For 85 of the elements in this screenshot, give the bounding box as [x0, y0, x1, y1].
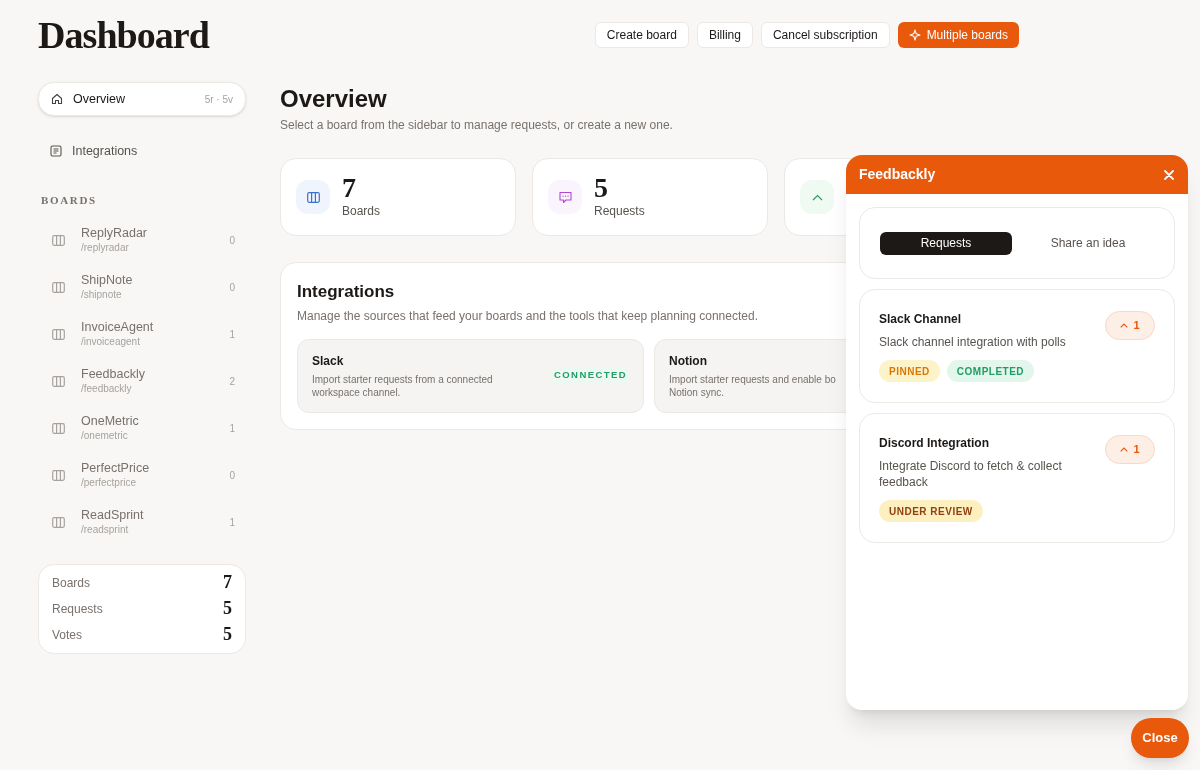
stat-value: 5	[594, 174, 609, 202]
board-item[interactable]: ShipNote /shipnote 0	[38, 263, 246, 311]
upvote-button[interactable]: 1	[1105, 435, 1155, 464]
board-name: ReplyRadar	[81, 225, 147, 242]
board-icon	[306, 191, 320, 203]
board-name: ReadSprint	[81, 507, 144, 524]
stat-label: Boards	[342, 203, 381, 220]
stat-value: 5	[223, 597, 232, 620]
stat-value: 5	[223, 623, 232, 646]
board-name: Feedbackly	[81, 366, 145, 383]
request-description: Slack channel integration with polls	[879, 334, 1067, 350]
board-count: 1	[229, 327, 235, 342]
header-button[interactable]: Cancel subscription	[760, 22, 890, 48]
stat-label: Requests	[52, 600, 103, 618]
board-count: 2	[229, 374, 235, 389]
integration-description: Import starter requests from a connected workspace channel.	[312, 373, 493, 399]
board-icon	[52, 281, 65, 293]
status-label: CONNECTED	[552, 368, 629, 383]
stat-label: Boards	[52, 574, 91, 592]
board-icon	[52, 375, 65, 387]
board-item[interactable]: ReplyRadar /replyradar 0	[38, 216, 246, 264]
board-icon	[52, 234, 65, 246]
board-item[interactable]: PerfectPrice /perfectprice 0	[38, 451, 246, 499]
board-slug: /onemetric	[81, 429, 129, 443]
close-icon[interactable]	[1164, 169, 1174, 180]
board-icon	[52, 328, 65, 340]
header-button[interactable]: Billing	[696, 22, 753, 48]
chevron-up-icon	[1120, 447, 1129, 452]
board-count: 0	[229, 233, 235, 248]
board-name: OneMetric	[81, 413, 139, 430]
multiple-boards-button[interactable]: Multiple boards	[897, 22, 1019, 48]
integration-name: Slack	[312, 353, 345, 370]
board-name: ShipNote	[81, 272, 133, 289]
stat-label: Requests	[594, 203, 645, 220]
chevron-up-icon	[811, 193, 823, 201]
board-count: 0	[229, 280, 235, 295]
close-button[interactable]: Close	[1131, 718, 1189, 758]
chat-icon	[558, 190, 572, 204]
status-tag: UNDER REVIEW	[879, 500, 983, 522]
request-title: Slack Channel	[879, 311, 963, 328]
board-item[interactable]: InvoiceAgent /invoiceagent 1	[38, 310, 246, 358]
header-button[interactable]: Create board	[594, 22, 689, 48]
board-name: InvoiceAgent	[81, 319, 154, 336]
board-item[interactable]: ReadSprint /readsprint 1	[38, 498, 246, 546]
widget-title: Feedbackly	[859, 165, 936, 184]
request-description: Integrate Discord to fetch & collect feedback	[879, 458, 1063, 490]
card-title: Integrations	[297, 281, 396, 303]
board-count: 0	[229, 468, 235, 483]
board-slug: /perfectprice	[81, 476, 138, 490]
integration-name: Notion	[669, 353, 708, 370]
tab[interactable]: Share an idea	[1022, 231, 1154, 255]
section-title: Overview	[280, 84, 388, 114]
section-heading: BOARDS	[41, 193, 98, 208]
chevron-up-icon	[1120, 323, 1129, 328]
board-icon	[52, 422, 65, 434]
home-icon	[51, 93, 63, 105]
request-title: Discord Integration	[879, 435, 990, 452]
document-icon	[50, 145, 62, 157]
stat-label: Votes	[52, 626, 83, 644]
stat-value: 7	[342, 174, 357, 202]
status-tag: COMPLETED	[946, 360, 1035, 382]
page-title: Dashboard	[38, 16, 209, 54]
board-count: 1	[229, 515, 235, 530]
board-icon	[52, 516, 65, 528]
card-subtitle: Manage the sources that feed your boards and the tools that keep planning connected.	[297, 307, 758, 325]
board-slug: /invoiceagent	[81, 335, 141, 349]
board-slug: /readsprint	[81, 523, 130, 537]
section-subtitle: Select a board from the sidebar to manage requests, or create a new one.	[280, 117, 673, 134]
tab[interactable]: Requests	[880, 231, 1012, 255]
board-slug: /shipnote	[81, 288, 123, 302]
sparkle-icon	[908, 29, 921, 41]
board-count: 1	[229, 421, 235, 436]
upvote-button[interactable]: 1	[1105, 311, 1155, 340]
board-item[interactable]: OneMetric /onemetric 1	[38, 404, 246, 452]
board-slug: /feedbackly	[81, 382, 133, 396]
board-icon	[52, 469, 65, 481]
nav-meta: 5r · 5v	[204, 92, 233, 107]
board-name: PerfectPrice	[81, 460, 150, 477]
nav-item[interactable]: Integrations	[38, 134, 246, 168]
board-item[interactable]: Feedbackly /feedbackly 2	[38, 357, 246, 405]
stat-value: 7	[223, 571, 232, 594]
nav-item[interactable]: Overview 5r · 5v	[38, 82, 246, 116]
status-tag: PINNED	[879, 360, 940, 382]
integration-description: Import starter requests and enable bo Notion sync.	[669, 373, 836, 399]
board-slug: /replyradar	[81, 241, 130, 255]
